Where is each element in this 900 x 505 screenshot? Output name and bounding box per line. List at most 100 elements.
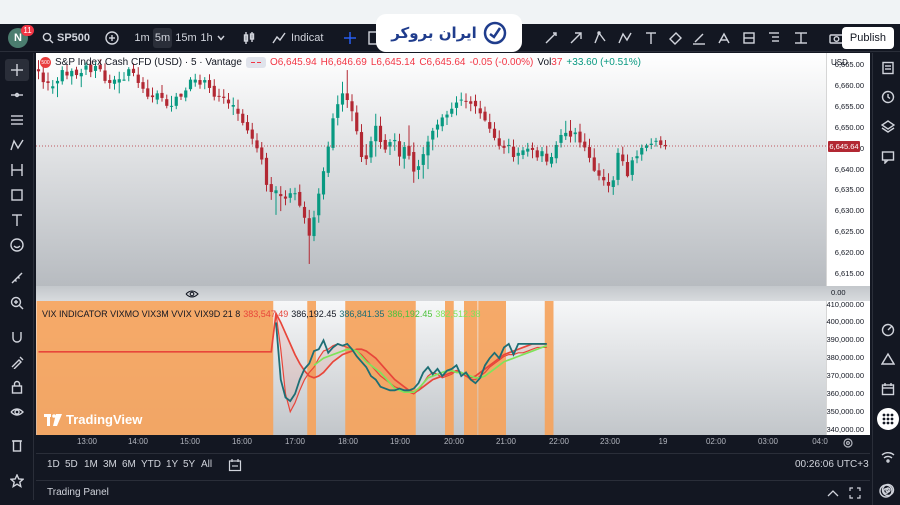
candle-body[interactable] <box>236 108 240 114</box>
candle-body[interactable] <box>41 72 45 83</box>
candle-body[interactable] <box>108 80 112 83</box>
brush-icon[interactable] <box>691 24 707 52</box>
long-position-icon[interactable] <box>741 24 757 52</box>
text-icon[interactable] <box>5 209 29 231</box>
candle-body[interactable] <box>174 96 178 106</box>
pattern-icon[interactable] <box>5 134 29 156</box>
candle-body[interactable] <box>654 140 658 142</box>
candle-body[interactable] <box>241 113 245 123</box>
range-5y[interactable]: 5Y <box>183 459 195 470</box>
ruler-icon[interactable] <box>5 267 29 289</box>
candle-body[interactable] <box>478 108 482 114</box>
trading-panel-bar[interactable]: Trading Panel <box>36 480 870 505</box>
candle-body[interactable] <box>74 69 79 76</box>
candle-body[interactable] <box>317 193 321 216</box>
candle-body[interactable] <box>55 80 60 84</box>
candle-body[interactable] <box>226 99 231 104</box>
candle-body[interactable] <box>659 140 663 145</box>
candle-body[interactable] <box>483 111 487 121</box>
path-tool-icon[interactable] <box>592 24 608 52</box>
candle-body[interactable] <box>473 100 478 107</box>
candle-body[interactable] <box>416 166 421 170</box>
range-all[interactable]: All <box>201 459 212 470</box>
candle-body[interactable] <box>222 96 226 98</box>
candle-body[interactable] <box>383 139 387 150</box>
expand-panel-chevron-icon[interactable] <box>827 489 839 497</box>
candle-body[interactable] <box>340 93 345 105</box>
candle-body[interactable] <box>359 132 364 158</box>
fib-tool-icon[interactable] <box>5 109 29 131</box>
candle-body[interactable] <box>516 152 520 156</box>
candle-body[interactable] <box>592 157 596 171</box>
candle-body[interactable] <box>103 70 107 81</box>
candle-body[interactable] <box>602 176 606 181</box>
stay-in-drawing-mode-icon[interactable] <box>5 351 29 373</box>
candle-body[interactable] <box>374 125 378 142</box>
candle-body[interactable] <box>521 150 525 155</box>
emoji-icon[interactable] <box>5 234 29 256</box>
publish-button[interactable]: Publish <box>841 27 894 49</box>
candle-body[interactable] <box>79 72 83 77</box>
candle-body[interactable] <box>36 69 41 72</box>
candle-body[interactable] <box>117 79 121 83</box>
candle-body[interactable] <box>559 134 563 143</box>
shapes-icon[interactable] <box>5 184 29 206</box>
arrow-tool-icon[interactable] <box>568 24 584 52</box>
candle-body[interactable] <box>231 105 235 107</box>
hotlist-icon[interactable] <box>877 319 899 341</box>
candle-body[interactable] <box>597 170 601 176</box>
candle-body[interactable] <box>526 148 530 152</box>
text-note-icon[interactable] <box>766 24 782 52</box>
ideas-icon[interactable] <box>877 348 899 370</box>
clock-timezone[interactable]: 00:26:06 UTC+3 <box>795 459 869 470</box>
chart-type-candles-icon[interactable] <box>241 24 257 52</box>
symbol-search-button[interactable]: SP500 <box>57 24 97 52</box>
more-apps-icon[interactable] <box>877 408 899 430</box>
candle-body[interactable] <box>136 74 140 83</box>
range-1y[interactable]: 1Y <box>166 459 178 470</box>
candle-body[interactable] <box>440 117 444 127</box>
range-1d[interactable]: 1D <box>47 459 60 470</box>
zoom-in-icon[interactable] <box>5 292 29 314</box>
candle-body[interactable] <box>51 86 55 89</box>
hide-indicator-eye-icon[interactable] <box>185 289 199 299</box>
range-ytd[interactable]: YTD <box>141 459 161 470</box>
candle-body[interactable] <box>606 181 611 186</box>
candle-body[interactable] <box>369 141 373 158</box>
timeframe-1m[interactable]: 1m <box>133 24 151 52</box>
favorites-star-icon[interactable] <box>5 470 29 492</box>
candle-body[interactable] <box>65 71 69 76</box>
candle-body[interactable] <box>464 100 468 102</box>
watchlist-icon[interactable] <box>877 57 899 79</box>
go-to-date-icon[interactable] <box>228 458 242 472</box>
chat-icon[interactable] <box>877 146 899 168</box>
range-3m[interactable]: 3M <box>103 459 117 470</box>
candle-body[interactable] <box>274 190 278 194</box>
candle-body[interactable] <box>616 152 620 180</box>
candle-body[interactable] <box>554 144 558 159</box>
candle-body[interactable] <box>492 128 497 138</box>
indicator-name[interactable]: VIX INDICATOR VIXMO VIX3M VVIX VIX9D 21 … <box>42 309 240 319</box>
candle-body[interactable] <box>426 141 430 156</box>
candle-body[interactable] <box>497 138 501 146</box>
trend-line-icon[interactable] <box>5 84 29 106</box>
candle-body[interactable] <box>207 80 212 88</box>
indicator-pane[interactable] <box>36 301 826 435</box>
magnet-icon[interactable] <box>5 326 29 348</box>
candle-body[interactable] <box>298 191 302 206</box>
candle-body[interactable] <box>131 68 136 73</box>
candle-body[interactable] <box>450 108 454 114</box>
candle-body[interactable] <box>545 153 549 162</box>
candle-body[interactable] <box>264 157 269 185</box>
range-5d[interactable]: 5D <box>65 459 78 470</box>
candle-body[interactable] <box>169 105 174 107</box>
range-1m[interactable]: 1M <box>84 459 98 470</box>
candle-body[interactable] <box>312 217 316 237</box>
candle-body[interactable] <box>288 193 292 198</box>
eraser-icon[interactable] <box>667 24 683 52</box>
pane-separator[interactable]: 0.00 <box>36 286 870 301</box>
candle-body[interactable] <box>625 162 630 177</box>
search-icon[interactable] <box>41 24 55 52</box>
legend-title[interactable]: S&P Index Cash CFD (USD) · 5 · Vantage <box>55 57 242 68</box>
candle-body[interactable] <box>279 194 283 197</box>
